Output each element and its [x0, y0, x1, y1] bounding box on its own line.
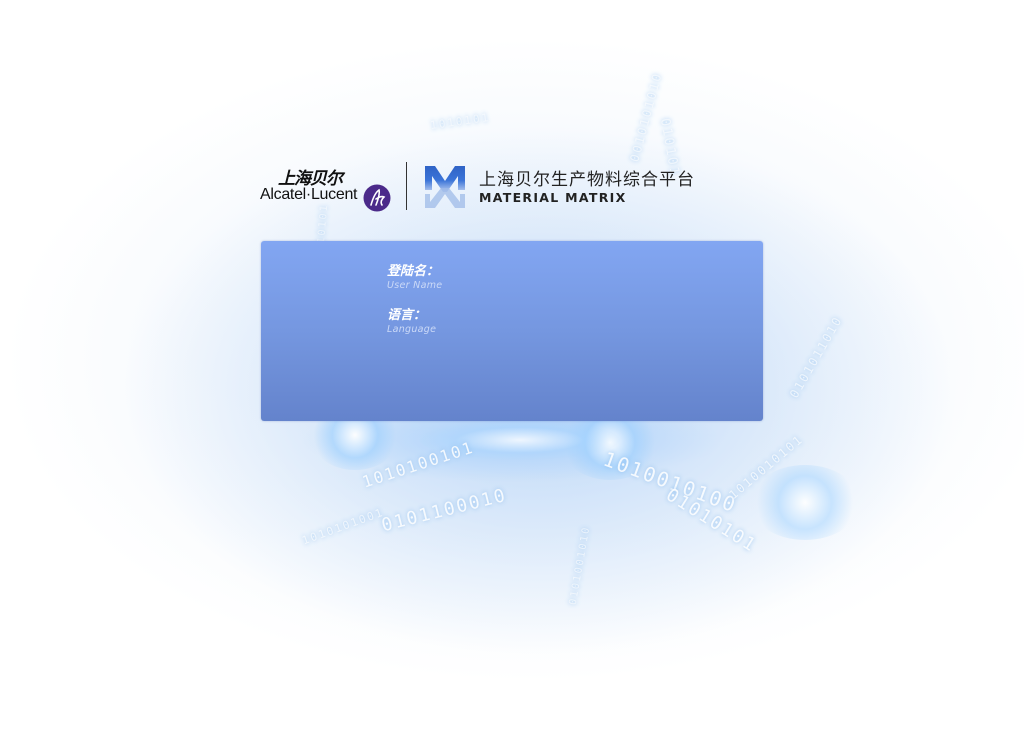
alcatel-english-name: Alcatel·Lucent	[260, 186, 358, 203]
binary-stream: 1010010100	[600, 446, 741, 518]
binary-stream: 0010101010	[627, 70, 665, 164]
language-label: 语言：	[387, 308, 427, 323]
brand-header: 上海贝尔 Alcatel·Lucent 上海贝尔生产物料综合平台 MATERIA…	[260, 160, 720, 216]
binary-stream: 1010010101	[726, 431, 806, 503]
light-flare	[420, 420, 620, 460]
light-flare	[750, 465, 860, 540]
login-panel: 登陆名： User Name 语言： Language	[261, 241, 763, 421]
language-select[interactable]	[467, 308, 691, 334]
username-sublabel: User Name	[387, 280, 443, 291]
language-sublabel: Language	[387, 324, 437, 335]
username-label: 登陆名：	[387, 264, 440, 279]
username-input[interactable]	[467, 264, 691, 290]
platform-chinese-name: 上海贝尔生产物料综合平台	[479, 170, 695, 190]
alcatel-lucent-logo: 上海贝尔 Alcatel·Lucent	[260, 164, 395, 214]
binary-stream: 0101011010	[787, 313, 846, 401]
binary-stream: 1010100101	[359, 437, 477, 492]
logo-divider	[406, 162, 407, 210]
material-matrix-logo-icon	[425, 166, 465, 208]
alcatel-lucent-logo-icon	[363, 184, 391, 212]
binary-stream: 01010101	[662, 484, 761, 557]
binary-stream: 0101001010	[567, 525, 593, 606]
binary-stream: 0101100010	[379, 484, 510, 537]
binary-stream: 1010101	[429, 110, 491, 133]
username-field: 登陆名： User Name	[387, 264, 691, 292]
binary-stream: 1010101001	[300, 505, 386, 548]
platform-english-name: MATERIAL MATRIX	[479, 190, 627, 205]
language-field: 语言： Language	[387, 308, 691, 336]
